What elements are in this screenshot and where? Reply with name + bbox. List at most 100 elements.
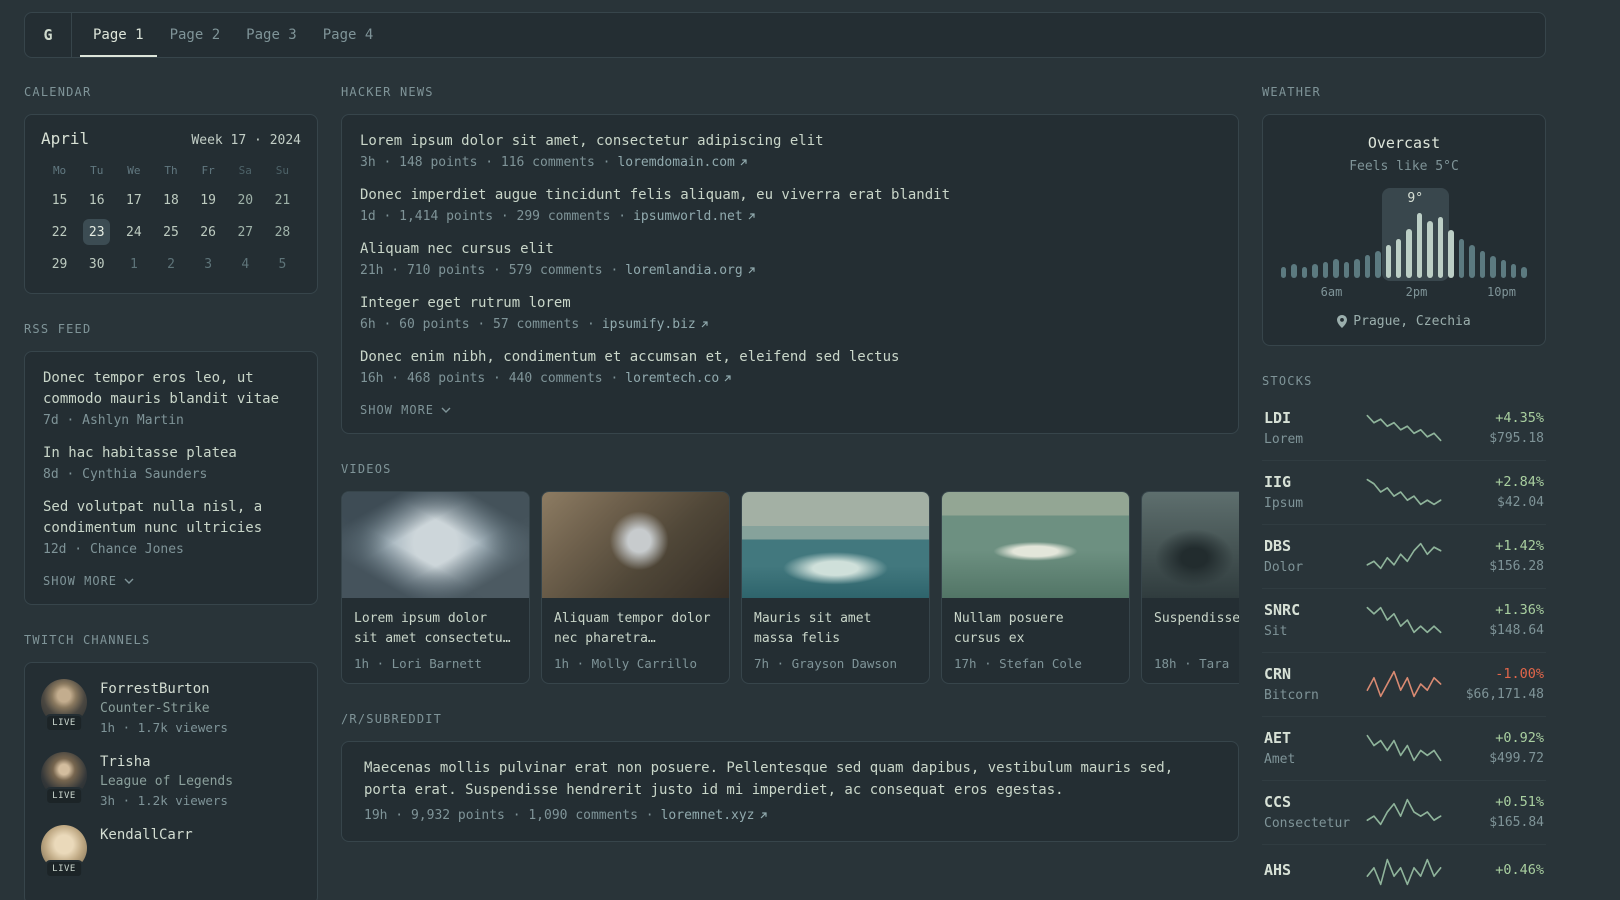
stock-name: Dolor — [1264, 560, 1304, 575]
weather-time-label: 6am — [1320, 285, 1343, 299]
stock-ticker[interactable]: CCS — [1264, 793, 1365, 811]
tab-page-3[interactable]: Page 3 — [233, 13, 310, 57]
stock-name: Ipsum — [1264, 496, 1304, 511]
stock-values: +2.84% $42.04 — [1443, 474, 1544, 510]
video-title-link[interactable]: Nullam posuere cursus ex — [954, 609, 1117, 649]
stock-row[interactable]: IIG Ipsum +2.84% $42.04 — [1262, 461, 1546, 525]
top-nav: G Page 1 Page 2 Page 3 Page 4 — [24, 12, 1546, 58]
news-domain-text: ipsumworld.net — [633, 209, 743, 224]
rss-item-meta: 12d · Chance Jones — [43, 542, 184, 557]
weather-hourly-bars — [1281, 210, 1527, 278]
calendar-day: 30 — [88, 257, 105, 272]
stocks-list: LDI Lorem +4.35% $795.18 IIG Ipsum +2.84… — [1262, 403, 1546, 900]
page-tabs: Page 1 Page 2 Page 3 Page 4 — [80, 13, 386, 57]
rss-item-title-link[interactable]: Donec tempor eros leo, ut commodo mauris… — [43, 368, 299, 410]
videos-scroll-row[interactable]: Lorem ipsum dolor sit amet consectetu… 1… — [341, 491, 1239, 685]
news-domain-link[interactable]: loremtech.co — [625, 371, 732, 386]
stock-price: $499.72 — [1489, 751, 1544, 766]
stock-values: +4.35% $795.18 — [1443, 410, 1544, 446]
channel-name-link[interactable]: Trisha — [100, 754, 233, 770]
rss-item: In hac habitasse platea 8d · Cynthia Sau… — [43, 443, 299, 482]
rss-item-meta: 8d · Cynthia Saunders — [43, 467, 208, 482]
channel-avatar[interactable]: LIVE — [41, 679, 87, 732]
video-meta: 1h · Molly Carrillo — [554, 656, 697, 672]
news-domain-link[interactable]: loremdomain.com — [617, 155, 747, 170]
weather-peak-temp: 9° — [1407, 191, 1424, 206]
hackernews-widget: HACKER NEWS Lorem ipsum dolor sit amet, … — [341, 85, 1239, 434]
stock-ticker[interactable]: AET — [1264, 729, 1365, 747]
video-title-link[interactable]: Aliquam tempor dolor nec pharetra… — [554, 609, 717, 649]
video-title-link[interactable]: Suspendisse diam — [1154, 609, 1239, 649]
news-meta: 6h · 60 points · 57 comments · ipsumify.… — [360, 317, 1220, 332]
channel-avatar[interactable]: LIVE — [41, 752, 87, 805]
video-thumbnail[interactable] — [342, 492, 529, 598]
videos-widget: VIDEOS Lorem ipsum dolor sit amet consec… — [341, 462, 1239, 685]
stock-ticker[interactable]: IIG — [1264, 473, 1365, 491]
stock-change: +1.36% — [1495, 602, 1544, 618]
stock-sparkline — [1365, 477, 1443, 507]
stock-values: +0.46% — [1443, 862, 1544, 883]
post-domain-link[interactable]: loremnet.xyz — [661, 808, 768, 823]
stock-values: +0.51% $165.84 — [1443, 794, 1544, 830]
news-meta: 1d · 1,414 points · 299 comments · ipsum… — [360, 209, 1220, 224]
stock-row[interactable]: LDI Lorem +4.35% $795.18 — [1262, 403, 1546, 461]
video-thumbnail[interactable] — [942, 492, 1129, 598]
channel-category-link[interactable]: League of Legends — [100, 774, 233, 789]
stock-id: DBS Dolor — [1264, 537, 1365, 575]
calendar-widget-label: CALENDAR — [24, 85, 92, 99]
news-meta-text: 21h · 710 points · 579 comments · — [360, 263, 619, 278]
news-title-link[interactable]: Donec imperdiet augue tincidunt felis al… — [360, 185, 1220, 206]
weather-card: Overcast Feels like 5°C 9° 6am 2pm 10pm … — [1262, 114, 1546, 346]
channel-category-link[interactable]: Counter-Strike — [100, 701, 228, 716]
rss-item-meta: 7d · Ashlyn Martin — [43, 413, 184, 428]
tab-page-4[interactable]: Page 4 — [310, 13, 387, 57]
video-thumbnail[interactable] — [742, 492, 929, 598]
news-title-link[interactable]: Integer eget rutrum lorem — [360, 293, 1220, 314]
stock-row[interactable]: AHS +0.46% — [1262, 845, 1546, 900]
channel-name-link[interactable]: ForrestBurton — [100, 681, 228, 697]
show-more-label: SHOW MORE — [43, 574, 118, 588]
stock-id: CRN Bitcorn — [1264, 665, 1365, 703]
weather-time-label: 2pm — [1405, 285, 1428, 299]
news-title-link[interactable]: Aliquam nec cursus elit — [360, 239, 1220, 260]
stock-ticker[interactable]: AHS — [1264, 861, 1365, 879]
rss-show-more-button[interactable]: SHOW MORE — [43, 572, 134, 590]
stock-row[interactable]: CCS Consectetur +0.51% $165.84 — [1262, 781, 1546, 845]
video-thumbnail[interactable] — [1142, 492, 1239, 598]
channel-name-link[interactable]: KendallCarr — [100, 827, 193, 843]
rss-item-title-link[interactable]: Sed volutpat nulla nisl, a condimentum n… — [43, 497, 299, 539]
calendar-day: 26 — [200, 225, 216, 240]
channel-avatar[interactable]: LIVE — [41, 825, 87, 878]
news-domain-text: loremdomain.com — [617, 155, 735, 170]
video-title-link[interactable]: Mauris sit amet massa felis — [754, 609, 917, 649]
app-logo[interactable]: G — [25, 13, 72, 57]
stock-change: +0.92% — [1495, 730, 1544, 746]
stock-ticker[interactable]: CRN — [1264, 665, 1365, 683]
stock-ticker[interactable]: DBS — [1264, 537, 1365, 555]
stock-ticker[interactable]: SNRC — [1264, 601, 1365, 619]
news-domain-link[interactable]: loremlandia.org — [625, 263, 755, 278]
stock-change: -1.00% — [1495, 666, 1544, 682]
news-domain-link[interactable]: ipsumify.biz — [602, 317, 709, 332]
stock-row[interactable]: CRN Bitcorn -1.00% $66,171.48 — [1262, 653, 1546, 717]
calendar-week-year: Week 17 · 2024 — [191, 133, 301, 148]
post-title-link[interactable]: Maecenas mollis pulvinar erat non posuer… — [364, 758, 1216, 801]
news-title-link[interactable]: Lorem ipsum dolor sit amet, consectetur … — [360, 131, 1220, 152]
calendar-day-next-month: 1 — [129, 257, 138, 272]
news-domain-link[interactable]: ipsumworld.net — [633, 209, 756, 224]
calendar-header: April Week 17 · 2024 — [41, 129, 301, 148]
rss-item-title-link[interactable]: In hac habitasse platea — [43, 443, 299, 464]
stock-row[interactable]: DBS Dolor +1.42% $156.28 — [1262, 525, 1546, 589]
stock-ticker[interactable]: LDI — [1264, 409, 1365, 427]
stock-row[interactable]: SNRC Sit +1.36% $148.64 — [1262, 589, 1546, 653]
hackernews-show-more-button[interactable]: SHOW MORE — [360, 401, 451, 419]
stock-row[interactable]: AET Amet +0.92% $499.72 — [1262, 717, 1546, 781]
tab-page-2[interactable]: Page 2 — [157, 13, 234, 57]
video-card-body: Suspendisse diam 18h · Tara — [1142, 598, 1239, 683]
video-thumbnail[interactable] — [542, 492, 729, 598]
news-title-link[interactable]: Donec enim nibh, condimentum et accumsan… — [360, 347, 1220, 368]
calendar-day: 17 — [126, 193, 142, 208]
video-title-link[interactable]: Lorem ipsum dolor sit amet consectetu… — [354, 609, 517, 649]
weather-time-label: 10pm — [1487, 285, 1516, 299]
tab-page-1[interactable]: Page 1 — [80, 13, 157, 57]
